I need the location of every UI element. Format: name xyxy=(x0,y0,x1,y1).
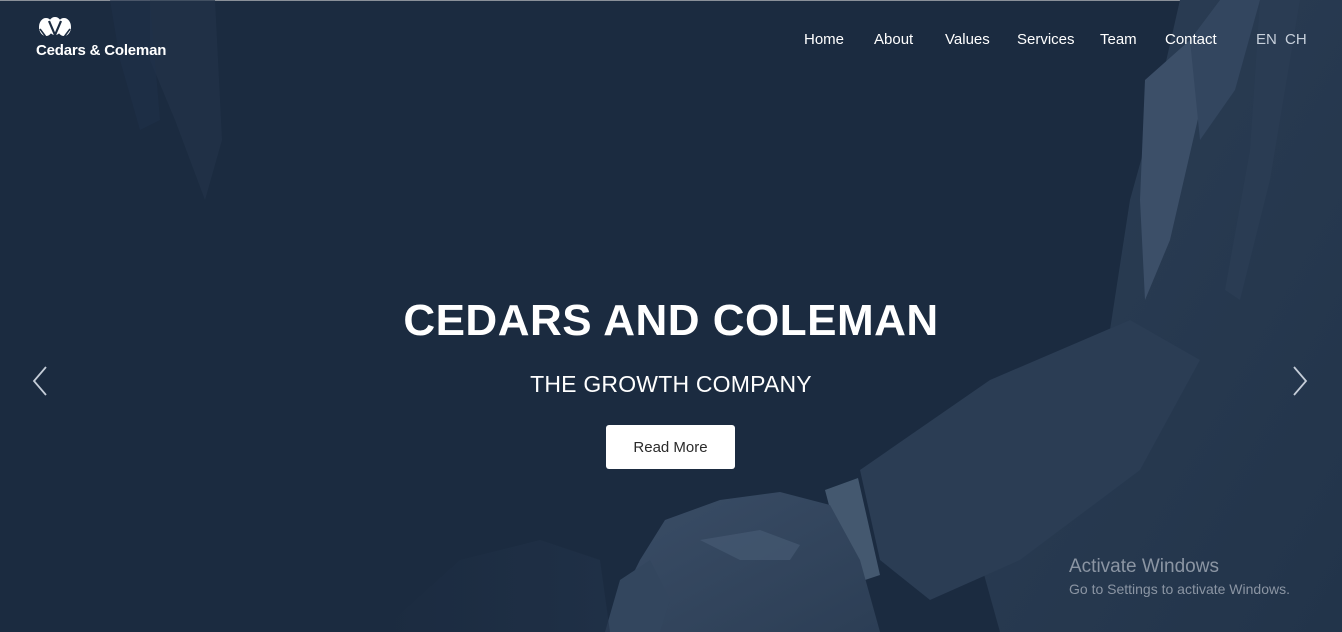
nav-item-team[interactable]: Team xyxy=(1100,31,1137,48)
language-option-en[interactable]: EN xyxy=(1256,31,1277,48)
hero-title: CEDARS AND COLEMAN xyxy=(403,296,939,345)
nav-item-home[interactable]: Home xyxy=(804,31,844,48)
read-more-button[interactable]: Read More xyxy=(606,425,735,469)
hero-subtitle: THE GROWTH COMPANY xyxy=(530,371,812,397)
chevron-left-icon[interactable] xyxy=(28,364,52,398)
watermark-title: Activate Windows xyxy=(1069,556,1219,577)
nav-item-about[interactable]: About xyxy=(874,31,913,48)
overlapping-leaf-mark-icon xyxy=(39,17,71,38)
nav-item-contact[interactable]: Contact xyxy=(1165,31,1217,48)
nav-item-values[interactable]: Values xyxy=(945,31,990,48)
activate-windows-watermark: Activate Windows Go to Settings to activ… xyxy=(1069,556,1290,597)
brand-name: Cedars & Coleman xyxy=(36,42,167,59)
chevron-right-icon[interactable] xyxy=(1288,364,1312,398)
language-option-ch[interactable]: CH xyxy=(1285,31,1307,48)
nav-item-services[interactable]: Services xyxy=(1017,31,1075,48)
brand-logo[interactable]: Cedars & Coleman xyxy=(36,17,176,61)
watermark-subtitle: Go to Settings to activate Windows. xyxy=(1069,581,1290,597)
hero-section: Cedars & Coleman Home About Values Servi… xyxy=(0,0,1342,632)
